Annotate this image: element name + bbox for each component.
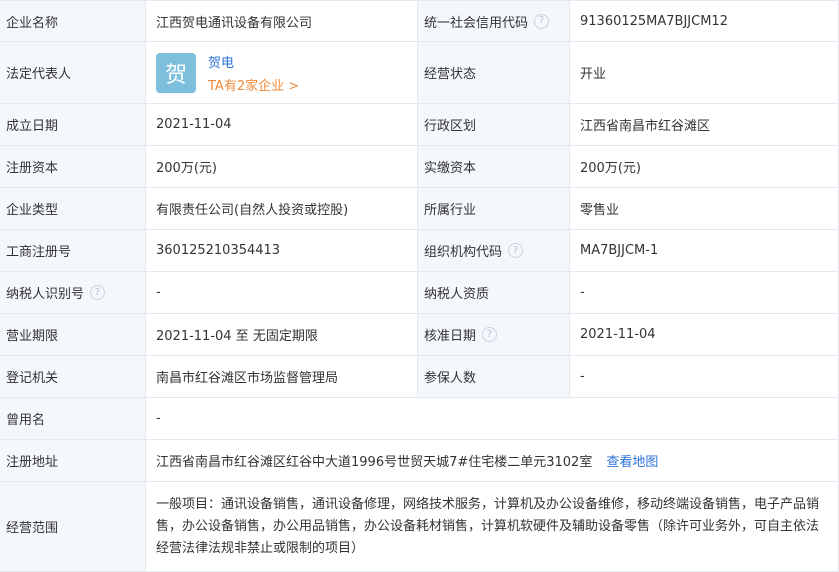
value-founded-date: 2021-11-04 <box>146 104 418 146</box>
legal-rep-name-link[interactable]: 贺电 <box>208 52 299 71</box>
label-former-name: 曾用名 <box>0 398 146 440</box>
label-taxpayer-qualification: 纳税人资质 <box>418 272 570 314</box>
label-business-status: 经营状态 <box>418 42 570 104</box>
label-industry: 所属行业 <box>418 188 570 230</box>
company-info-table: 企业名称 江西贺电通讯设备有限公司 统一社会信用代码? 91360125MA7B… <box>0 0 839 572</box>
label-admin-region: 行政区划 <box>418 104 570 146</box>
help-icon[interactable]: ? <box>90 285 106 300</box>
value-business-scope: 一般项目：通讯设备销售，通讯设备修理，网络技术服务，计算机及办公设备维修，移动终… <box>146 482 839 572</box>
value-registration-number: 360125210354413 <box>146 230 418 272</box>
help-icon[interactable]: ? <box>482 327 498 342</box>
help-icon[interactable]: ? <box>534 13 550 29</box>
value-insured-count: - <box>570 356 839 398</box>
rep-companies-link[interactable]: TA有2家企业 > <box>208 75 299 94</box>
label-taxpayer-id: 纳税人识别号? <box>0 272 146 314</box>
value-admin-region: 江西省南昌市红谷滩区 <box>570 104 839 146</box>
value-taxpayer-qualification: - <box>570 272 839 314</box>
value-registered-address: 江西省南昌市红谷滩区红谷中大道1996号世贸天城7#住宅楼二单元3102室 查看… <box>146 440 839 482</box>
value-paid-capital: 200万(元) <box>570 146 839 188</box>
value-registration-authority: 南昌市红谷滩区市场监督管理局 <box>146 356 418 398</box>
value-approval-date: 2021-11-04 <box>570 314 839 356</box>
label-registered-capital: 注册资本 <box>0 146 146 188</box>
label-paid-capital: 实缴资本 <box>418 146 570 188</box>
value-company-type: 有限责任公司(自然人投资或控股) <box>146 188 418 230</box>
label-approval-date: 核准日期? <box>418 314 570 356</box>
label-credit-code: 统一社会信用代码? <box>418 1 570 42</box>
view-map-link[interactable]: 查看地图 <box>606 451 658 470</box>
label-registration-authority: 登记机关 <box>0 356 146 398</box>
value-taxpayer-id: - <box>146 272 418 314</box>
value-registered-capital: 200万(元) <box>146 146 418 188</box>
value-business-status: 开业 <box>570 42 839 104</box>
label-registration-number: 工商注册号 <box>0 230 146 272</box>
label-company-name: 企业名称 <box>0 1 146 42</box>
label-registered-address: 注册地址 <box>0 440 146 482</box>
label-insured-count: 参保人数 <box>418 356 570 398</box>
label-business-scope: 经营范围 <box>0 482 146 572</box>
value-business-term: 2021-11-04 至 无固定期限 <box>146 314 418 356</box>
value-credit-code: 91360125MA7BJJCM12 <box>570 1 839 42</box>
label-company-type: 企业类型 <box>0 188 146 230</box>
value-company-name: 江西贺电通讯设备有限公司 <box>146 1 418 42</box>
value-org-code: MA7BJJCM-1 <box>570 230 839 272</box>
value-former-name: - <box>146 398 839 440</box>
label-founded-date: 成立日期 <box>0 104 146 146</box>
value-legal-rep: 贺 贺电 TA有2家企业 > <box>146 42 418 104</box>
label-legal-rep: 法定代表人 <box>0 42 146 104</box>
help-icon[interactable]: ? <box>508 243 524 258</box>
avatar[interactable]: 贺 <box>156 52 196 93</box>
label-business-term: 营业期限 <box>0 314 146 356</box>
label-org-code: 组织机构代码? <box>418 230 570 272</box>
value-industry: 零售业 <box>570 188 839 230</box>
